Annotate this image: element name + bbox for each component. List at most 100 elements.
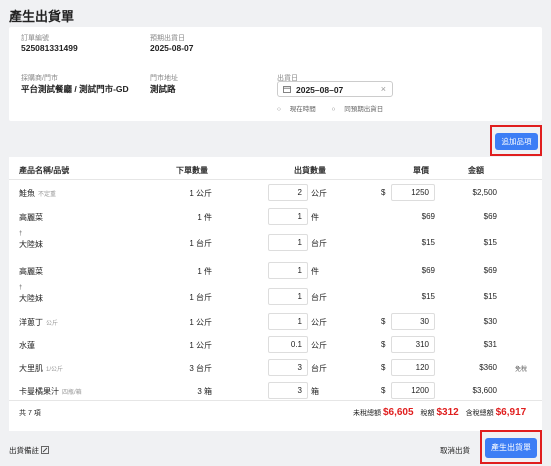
create-shipment-button[interactable]: 產生出貨單 [485,438,537,458]
order-quantity: 1 公斤 [189,318,212,327]
header-name: 產品名稱/品號 [19,166,70,175]
order-quantity: 1 台斤 [189,239,212,248]
page-title: 產生出貨單 [9,9,75,24]
currency-symbol: $ [381,340,386,349]
shipment-note-link[interactable]: 出貨備註 [9,445,49,456]
product-name: 高麗菜 [19,267,43,276]
unit-price-input[interactable]: 1250 [391,184,435,201]
items-table: 產品名稱/品號 下單數量 出貨數量 單價 金額 鮭魚 不定重 1 公斤 2 公斤 $125… [9,157,542,431]
product-name: 高麗菜 [19,213,43,222]
product-name: 大陸妹 [19,294,43,303]
ship-quantity-input[interactable]: 1 [268,234,308,251]
product-spec: 公斤 [46,321,59,327]
currency-symbol: $ [381,386,386,395]
table-row: 鮭魚 不定重 1 公斤 2 公斤 $1250 $2,500 [9,183,542,205]
product-spec: 1/公斤 [46,367,64,373]
table-row: 水蓮 1 公斤 0.1 公斤 $310 $31 [9,335,542,357]
option-same[interactable]: ○ 同預期出貨日 [332,106,391,113]
ship-date-options: ○ 現在時間 ○ 同預期出貨日 [277,103,397,113]
unit-price-input[interactable]: 120 [391,359,435,376]
radio-icon: ○ [331,106,338,113]
radio-icon: ○ [277,106,283,113]
product-name: 水蓮 [19,341,35,350]
amount: $3,600 [472,386,497,395]
pretax-label: 未稅總額 [353,410,381,417]
product-name: 洋蔥丁 公斤 [19,318,59,327]
product-spec: 四瓶/箱 [62,390,82,396]
ship-quantity-input[interactable]: 1 [268,313,308,330]
exp-date: 2025-08-07 [150,43,194,53]
addr-label: 門市地址 [150,75,178,82]
add-item-button[interactable]: 追加品項 [495,133,538,150]
tax-exempt-tag: 免稅 [515,367,528,373]
ship-quantity-input[interactable]: 3 [268,359,308,376]
unit-label: 件 [311,213,319,222]
dagger-mark: † [19,285,23,291]
product-name: 大陸妹 [19,240,43,249]
item-count: 共 7 項 [19,410,41,417]
action-bar: 出貨備註 取消出貨 [0,431,551,466]
option-now[interactable]: ○ 現在時間 [277,106,323,113]
table-row: 洋蔥丁 公斤 1 公斤 1 公斤 $30 $30 [9,312,542,334]
total-value: $6,917 [495,407,527,418]
amount: $15 [483,238,497,247]
currency-symbol: $ [381,317,386,326]
ship-quantity-input[interactable]: 1 [268,208,308,225]
ship-quantity-input[interactable]: 1 [268,262,308,279]
tax-label: 稅額 [420,410,435,417]
store-name: 平台測試餐廳 / 測試門市-GD [21,84,129,94]
dagger-mark: † [19,231,23,237]
table-row: 大里肌 1/公斤 3 台斤 3 台斤 $120 $360 免稅 [9,358,542,380]
order-no: 525081331499 [21,43,78,53]
exp-date-label: 預期出貨日 [150,35,185,42]
unit-price-input[interactable]: 30 [391,313,435,330]
ship-quantity-input[interactable]: 0.1 [268,336,308,353]
unit-price: $69 [421,212,435,221]
order-quantity: 3 箱 [197,387,212,396]
order-quantity: 1 件 [197,267,212,276]
order-quantity: 1 公斤 [189,341,212,350]
unit-price: $15 [421,238,435,247]
unit-label: 台斤 [311,293,327,302]
order-quantity: 1 台斤 [189,293,212,302]
store-address: 測試路 [150,84,176,94]
unit-price: $69 [421,266,435,275]
amount: $69 [483,266,497,275]
footer-divider [9,400,542,401]
unit-label: 台斤 [311,239,327,248]
tax-value: $312 [436,407,459,418]
header-amount: 金額 [468,166,484,175]
order-quantity: 1 公斤 [189,189,212,198]
store-label: 採購商/門市 [21,75,58,82]
table-row: † 大陸妹 1 台斤 1 台斤 $15 $15 [9,231,542,255]
ship-date-input[interactable]: 2025–08–07 × [277,81,393,97]
currency-symbol: $ [381,188,386,197]
calendar-icon [283,85,291,95]
ship-quantity-input[interactable]: 3 [268,382,308,399]
header-divider [9,179,542,180]
table-row: † 大陸妹 1 台斤 1 台斤 $15 $15 [9,285,542,309]
amount: $31 [483,340,497,349]
pretax-value: $6,605 [382,407,414,418]
amount: $30 [483,317,497,326]
totals: 未稅總額 $6,605 稅額 $312 含稅總額 $6,917 [353,407,526,418]
unit-label: 公斤 [311,341,327,350]
unit-price-input[interactable]: 310 [391,336,435,353]
edit-icon [41,446,49,456]
cancel-shipment-button[interactable]: 取消出貨 [440,445,470,456]
header-ship-qty: 出貨數量 [294,166,326,175]
amount: $360 [479,363,497,372]
product-name: 卡曼橘果汁 四瓶/箱 [19,387,82,396]
product-spec: 不定重 [38,192,57,198]
table-row: 高麗菜 1 件 1 件 $69 $69 [9,261,542,283]
unit-price-input[interactable]: 1200 [391,382,435,399]
unit-label: 公斤 [311,318,327,327]
amount: $15 [483,292,497,301]
amount: $2,500 [472,188,497,197]
order-no-label: 訂單編號 [21,35,49,42]
ship-quantity-input[interactable]: 1 [268,288,308,305]
ship-quantity-input[interactable]: 2 [268,184,308,201]
ship-date-value: 2025–08–07 [296,85,344,95]
unit-label: 台斤 [311,364,327,373]
clear-icon[interactable]: × [381,84,386,94]
